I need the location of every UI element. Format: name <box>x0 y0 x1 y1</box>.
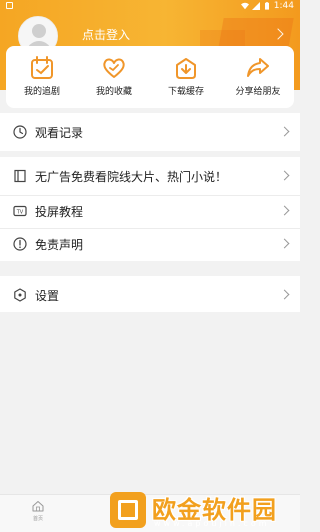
quick-action-label: 我的收藏 <box>95 87 132 97</box>
home-icon <box>32 501 44 512</box>
wifi-icon <box>240 2 249 10</box>
watermark: 欧金软件园 www.apoujin.com <box>108 488 300 532</box>
book-icon <box>14 169 26 183</box>
heart-icon <box>103 58 125 78</box>
share-icon <box>247 58 269 77</box>
info-icon <box>13 237 27 251</box>
notification-icon <box>6 2 13 9</box>
battery-icon <box>264 2 269 10</box>
quick-action-my-series[interactable]: 我的追剧 <box>6 46 78 108</box>
tab-home[interactable]: 首页 <box>8 495 68 532</box>
chevron-right-icon <box>279 289 290 300</box>
tab-label: 首页 <box>32 516 43 522</box>
menu-label: 无广告免费看院线大片、热门小说！ <box>35 170 228 184</box>
menu-item-disclaimer[interactable]: 免责声明 <box>0 227 300 261</box>
calendar-check-icon <box>31 56 53 79</box>
status-bar: 1:44 <box>0 0 300 14</box>
settings-icon <box>14 288 26 302</box>
menu-label: 观看记录 <box>35 126 84 140</box>
menu-label: 免责声明 <box>35 238 84 252</box>
quick-action-label: 下载缓存 <box>167 87 204 97</box>
svg-text:TV: TV <box>16 210 24 216</box>
chevron-right-icon <box>279 126 290 137</box>
login-link[interactable]: 点击登入 <box>82 26 130 43</box>
quick-action-label: 分享给朋友 <box>235 87 281 97</box>
menu-item-cast-tutorial[interactable]: TV 投屏教程 <box>0 194 300 228</box>
tv-icon: TV <box>13 205 27 217</box>
menu-item-promo[interactable]: 无广告免费看院线大片、热门小说！ <box>0 159 300 193</box>
chevron-right-icon <box>279 170 290 181</box>
chevron-right-icon <box>279 238 290 249</box>
chevron-right-icon <box>279 205 290 216</box>
quick-action-label: 我的追剧 <box>23 87 60 97</box>
menu-label: 设置 <box>35 289 60 303</box>
history-card: 观看记录 <box>0 113 300 151</box>
status-time: 1:44 <box>273 1 294 11</box>
quick-action-share[interactable]: 分享给朋友 <box>222 46 294 108</box>
menu-card: 无广告免费看院线大片、热门小说！ TV 投屏教程 免责声明 <box>0 157 300 261</box>
quick-action-favorites[interactable]: 我的收藏 <box>78 46 150 108</box>
quick-action-downloads[interactable]: 下载缓存 <box>150 46 222 108</box>
menu-label: 投屏教程 <box>35 205 84 219</box>
menu-item-history[interactable]: 观看记录 <box>0 115 300 149</box>
menu-item-settings[interactable]: 设置 <box>0 278 300 312</box>
clock-icon <box>13 125 27 139</box>
settings-card: 设置 <box>0 276 300 312</box>
watermark-logo <box>110 492 146 528</box>
download-icon <box>176 58 196 79</box>
quick-actions-card: 我的追剧 我的收藏 下载缓存 分享给朋友 <box>6 46 294 108</box>
signal-icon <box>251 2 260 10</box>
watermark-url: www.apoujin.com <box>154 519 270 528</box>
